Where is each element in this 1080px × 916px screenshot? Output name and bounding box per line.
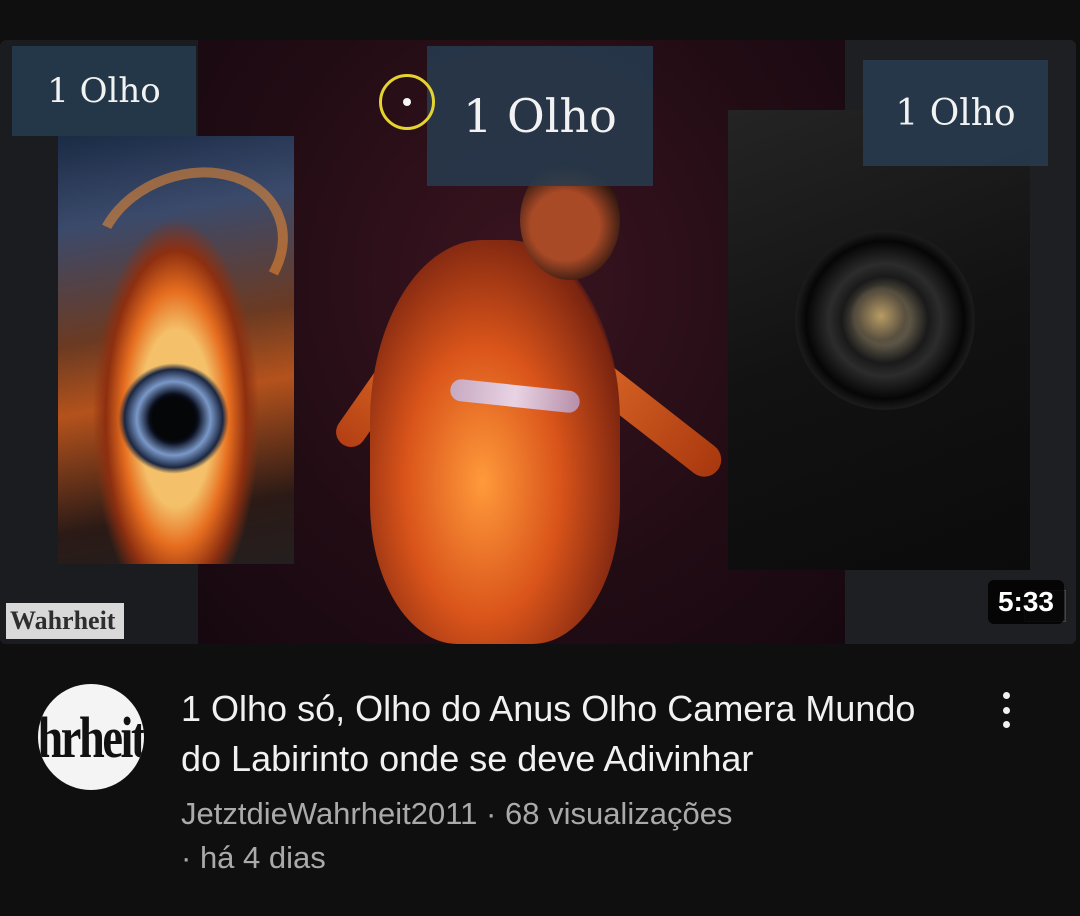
channel-watermark: Wahrheit: [6, 603, 124, 639]
upload-age: há 4 dias: [199, 840, 326, 875]
video-title[interactable]: 1 Olho só, Olho do Anus Olho Camera Mund…: [181, 684, 961, 784]
avatar-logo-text: hrheit: [38, 704, 144, 770]
thumbnail-label-right: 1 Olho: [863, 60, 1048, 166]
video-card: 1 Olho 1 Olho 1 Olho Wahrheit 5:33 hrhei…: [0, 0, 1080, 916]
thumbnail-label-left: 1 Olho: [12, 46, 196, 136]
menu-dot: [1002, 706, 1010, 714]
figure-image: [370, 240, 620, 644]
channel-avatar[interactable]: hrheit: [38, 684, 144, 790]
camera-lens-reflection: [850, 285, 912, 347]
more-vertical-icon[interactable]: [988, 686, 1024, 734]
view-count: 68 visualizações: [504, 796, 733, 831]
thumbnail-label-center: 1 Olho: [427, 46, 653, 186]
channel-name[interactable]: JetztdieWahrheit2011: [181, 796, 477, 831]
menu-dot: [1002, 692, 1010, 699]
circle-marker-icon: [379, 74, 435, 130]
meta-separator: ·: [181, 840, 200, 875]
meta-separator: ·: [477, 796, 505, 831]
video-metadata: JetztdieWahrheit2011 · 68 visualizações ·…: [181, 792, 941, 880]
video-thumbnail[interactable]: 1 Olho 1 Olho 1 Olho Wahrheit 5:33: [0, 40, 1076, 644]
menu-dot: [1002, 721, 1010, 728]
duration-badge: 5:33: [987, 580, 1064, 624]
